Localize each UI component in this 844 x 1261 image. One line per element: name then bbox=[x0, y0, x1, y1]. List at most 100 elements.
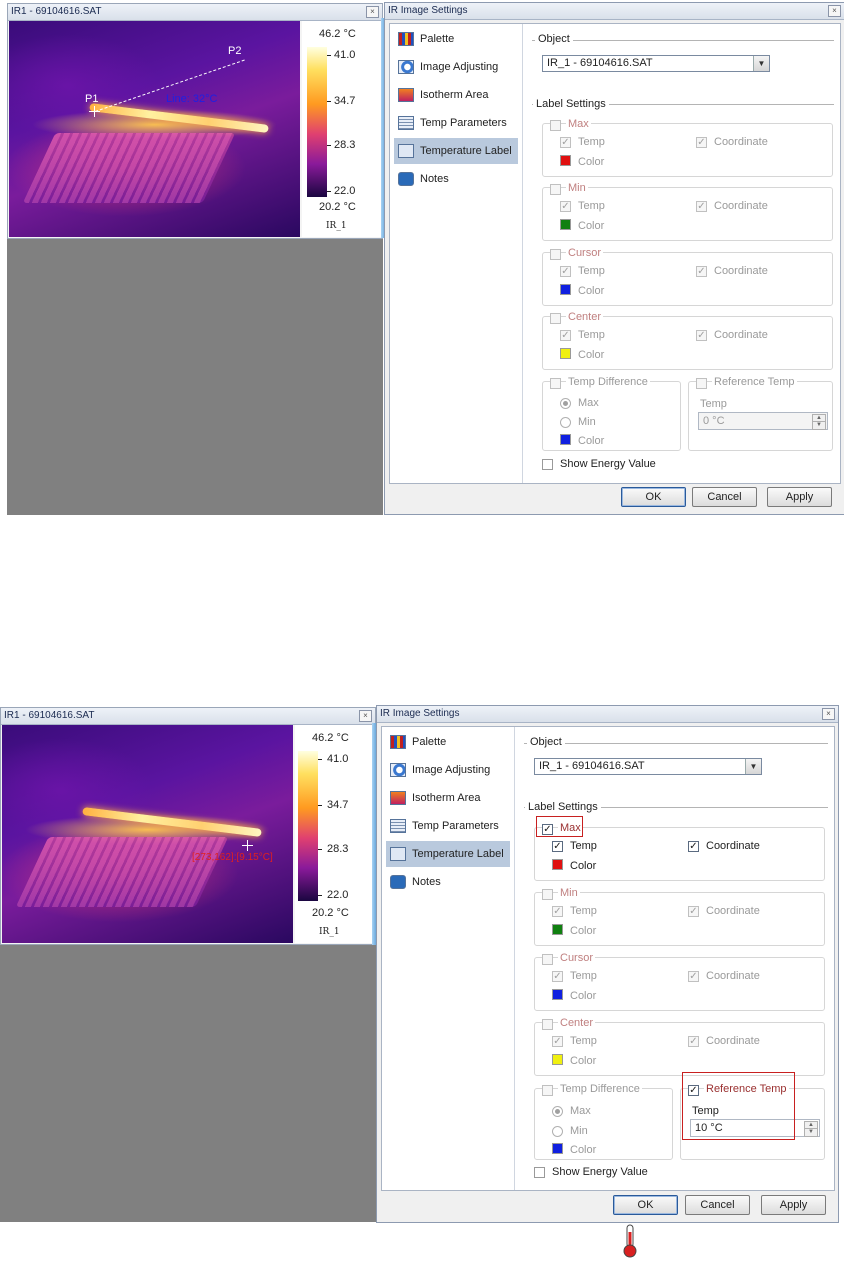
scale-tick-22: 22.0 bbox=[334, 185, 356, 197]
apply-button[interactable]: Apply bbox=[761, 1195, 826, 1215]
cursor-checkbox[interactable] bbox=[542, 954, 553, 965]
nav-image-adjusting[interactable]: Image Adjusting bbox=[394, 54, 518, 80]
object-legend: Object bbox=[527, 736, 565, 748]
cursor-color-label: Color bbox=[570, 990, 597, 1002]
thermal-image[interactable]: [273,162]:[9.15°C] bbox=[2, 725, 293, 943]
object-select[interactable]: IR_1 - 69104616.SAT ▼ bbox=[542, 55, 770, 72]
min-color-swatch[interactable] bbox=[552, 924, 563, 935]
nav-palette[interactable]: Palette bbox=[394, 26, 518, 52]
nav-label: Palette bbox=[420, 33, 455, 45]
nav-temperature-label[interactable]: Temperature Label bbox=[386, 841, 510, 867]
nav-temperature-label[interactable]: Temperature Label bbox=[394, 138, 518, 164]
temp-difference-checkbox[interactable] bbox=[542, 1085, 553, 1096]
nav-label: Notes bbox=[420, 173, 449, 185]
min-checkbox[interactable] bbox=[542, 889, 553, 900]
dialog-title: IR Image Settings bbox=[388, 5, 468, 16]
max-highlight-box bbox=[536, 816, 583, 837]
close-icon[interactable]: × bbox=[822, 708, 835, 720]
hot-edge bbox=[89, 103, 269, 133]
nav-label: Temperature Label bbox=[412, 848, 504, 860]
nav-isotherm-area[interactable]: Isotherm Area bbox=[394, 82, 518, 108]
show-energy-checkbox[interactable] bbox=[534, 1167, 545, 1178]
cancel-button[interactable]: Cancel bbox=[685, 1195, 750, 1215]
scale-tick-34: 34.7 bbox=[334, 95, 356, 107]
nav-notes[interactable]: Notes bbox=[394, 166, 518, 192]
close-icon[interactable]: × bbox=[359, 710, 372, 722]
scale-max: 46.2 °C bbox=[312, 732, 349, 744]
td-min-radio[interactable] bbox=[560, 417, 571, 428]
min-color-swatch[interactable] bbox=[560, 219, 571, 230]
thermal-image[interactable]: P1 P2 Line: 32°C bbox=[9, 21, 300, 237]
spin-down-icon[interactable]: ▼ bbox=[804, 1128, 818, 1137]
nav-isotherm-area[interactable]: Isotherm Area bbox=[386, 785, 510, 811]
temp-difference-checkbox[interactable] bbox=[550, 378, 561, 389]
cancel-button[interactable]: Cancel bbox=[692, 487, 757, 507]
cursor-temp-checkbox[interactable]: ✓ bbox=[560, 266, 571, 277]
center-coordinate-checkbox[interactable]: ✓ bbox=[688, 1036, 699, 1047]
chevron-down-icon[interactable]: ▼ bbox=[753, 56, 769, 71]
ok-button[interactable]: OK bbox=[621, 487, 686, 507]
spin-down-icon[interactable]: ▼ bbox=[812, 421, 826, 430]
adjust-icon bbox=[390, 763, 406, 777]
center-coordinate-checkbox[interactable]: ✓ bbox=[696, 330, 707, 341]
ok-button[interactable]: OK bbox=[613, 1195, 678, 1215]
apply-button[interactable]: Apply bbox=[767, 487, 832, 507]
min-temp-label: Temp bbox=[570, 905, 597, 917]
max-temp-checkbox[interactable]: ✓ bbox=[560, 137, 571, 148]
scale-tick-22: 22.0 bbox=[327, 889, 349, 901]
min-temp-checkbox[interactable]: ✓ bbox=[552, 906, 563, 917]
nav-image-adjusting[interactable]: Image Adjusting bbox=[386, 757, 510, 783]
max-checkbox[interactable] bbox=[550, 120, 561, 131]
show-energy-checkbox[interactable] bbox=[542, 459, 553, 470]
center-color-swatch[interactable] bbox=[552, 1054, 563, 1065]
min-checkbox[interactable] bbox=[550, 184, 561, 195]
td-color-swatch[interactable] bbox=[552, 1143, 563, 1154]
center-temp-checkbox[interactable]: ✓ bbox=[560, 330, 571, 341]
scale-tick-28: 28.3 bbox=[334, 139, 356, 151]
image-name: IR_1 bbox=[326, 221, 347, 231]
max-coordinate-checkbox[interactable]: ✓ bbox=[696, 137, 707, 148]
max-color-swatch[interactable] bbox=[560, 155, 571, 166]
min-temp-checkbox[interactable]: ✓ bbox=[560, 201, 571, 212]
close-icon[interactable]: × bbox=[366, 6, 379, 18]
temp-difference-group: Temp Difference Max Min Color bbox=[542, 376, 681, 451]
min-coordinate-checkbox[interactable]: ✓ bbox=[696, 201, 707, 212]
cursor-color-swatch[interactable] bbox=[560, 284, 571, 295]
td-max-radio[interactable] bbox=[552, 1106, 563, 1117]
ref-temp-stepper[interactable]: 0 °C ▲ ▼ bbox=[698, 412, 828, 430]
cursor-coordinate-checkbox[interactable]: ✓ bbox=[688, 971, 699, 982]
p1-crosshair-icon[interactable] bbox=[89, 106, 100, 117]
max-coordinate-checkbox[interactable]: ✓ bbox=[688, 841, 699, 852]
max-color-swatch[interactable] bbox=[552, 859, 563, 870]
max-temp-checkbox[interactable]: ✓ bbox=[552, 841, 563, 852]
chevron-down-icon[interactable]: ▼ bbox=[745, 759, 761, 774]
cursor-color-swatch[interactable] bbox=[552, 989, 563, 1000]
max-point-crosshair-icon[interactable] bbox=[242, 840, 253, 851]
reference-temp-checkbox[interactable] bbox=[696, 378, 707, 389]
nav-palette[interactable]: Palette bbox=[386, 729, 510, 755]
close-icon[interactable]: × bbox=[828, 5, 841, 17]
scale-tick-41: 41.0 bbox=[334, 49, 356, 61]
center-color-swatch[interactable] bbox=[560, 348, 571, 359]
cursor-checkbox[interactable] bbox=[550, 249, 561, 260]
cursor-temp-checkbox[interactable]: ✓ bbox=[552, 971, 563, 982]
center-temp-label: Temp bbox=[578, 329, 605, 341]
object-select[interactable]: IR_1 - 69104616.SAT ▼ bbox=[534, 758, 762, 775]
nav-label: Notes bbox=[412, 876, 441, 888]
td-max-radio[interactable] bbox=[560, 398, 571, 409]
max-temp-label: Temp bbox=[578, 136, 605, 148]
reference-temp-group: Reference Temp Temp 0 °C ▲ ▼ bbox=[688, 376, 833, 451]
nav-temp-parameters[interactable]: Temp Parameters bbox=[394, 110, 518, 136]
td-min-radio[interactable] bbox=[552, 1126, 563, 1137]
center-checkbox[interactable] bbox=[550, 313, 561, 324]
center-group: Center ✓ Temp ✓ Coordinate Color bbox=[534, 1017, 825, 1076]
cursor-coordinate-checkbox[interactable]: ✓ bbox=[696, 266, 707, 277]
color-scale-panel: 46.2 °C 41.0 34.7 28.3 22.0 20.2 °C IR_1 bbox=[295, 725, 374, 943]
min-coordinate-checkbox[interactable]: ✓ bbox=[688, 906, 699, 917]
scale-tick-41: 41.0 bbox=[327, 753, 349, 765]
nav-notes[interactable]: Notes bbox=[386, 869, 510, 895]
nav-temp-parameters[interactable]: Temp Parameters bbox=[386, 813, 510, 839]
td-color-swatch[interactable] bbox=[560, 434, 571, 445]
center-checkbox[interactable] bbox=[542, 1019, 553, 1030]
center-temp-checkbox[interactable]: ✓ bbox=[552, 1036, 563, 1047]
